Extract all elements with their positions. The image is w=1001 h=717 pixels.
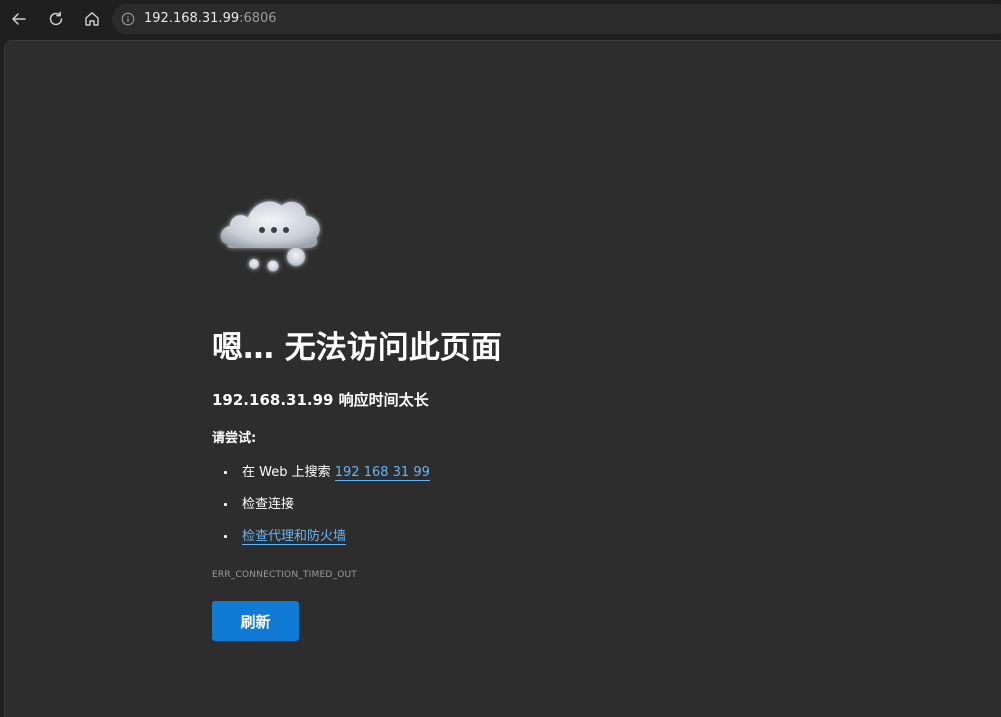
address-bar[interactable]: 192.168.31.99:6806: [112, 4, 1001, 34]
suggestion-text: 在 Web 上搜索 192 168 31 99: [242, 462, 430, 484]
error-code: ERR_CONNECTION_TIMED_OUT: [212, 570, 357, 580]
home-button[interactable]: [78, 5, 106, 33]
suggestion-text: 检查代理和防火墙: [242, 526, 347, 548]
bullet: [224, 471, 227, 474]
back-button[interactable]: [5, 5, 33, 33]
refresh-icon: [49, 11, 63, 26]
check-proxy-firewall-link[interactable]: 检查代理和防火墙: [242, 529, 347, 545]
bullet: [224, 535, 227, 538]
refresh-button[interactable]: 刷新: [212, 601, 299, 641]
search-ip-link[interactable]: 192 168 31 99: [334, 465, 430, 481]
home-icon: [85, 12, 99, 26]
url-port: :6806: [239, 11, 277, 26]
browser-toolbar: 192.168.31.99:6806: [0, 0, 1001, 38]
url-host: 192.168.31.99: [144, 11, 240, 26]
reload-button[interactable]: [42, 5, 70, 33]
error-page: [4, 40, 1001, 717]
info-icon[interactable]: [121, 12, 135, 26]
error-subtitle: 192.168.31.99 响应时间太长: [212, 391, 429, 409]
cloud-icon: [220, 201, 320, 272]
url-text[interactable]: 192.168.31.99:6806: [144, 11, 277, 27]
bullet: [224, 503, 227, 506]
search-prefix: 在 Web 上搜索: [242, 465, 335, 480]
check-connection-text: 检查连接: [242, 497, 295, 512]
page-title: 嗯… 无法访问此页面: [212, 330, 502, 366]
suggestions-heading: 请尝试:: [212, 431, 257, 446]
back-arrow-icon: [12, 13, 26, 25]
